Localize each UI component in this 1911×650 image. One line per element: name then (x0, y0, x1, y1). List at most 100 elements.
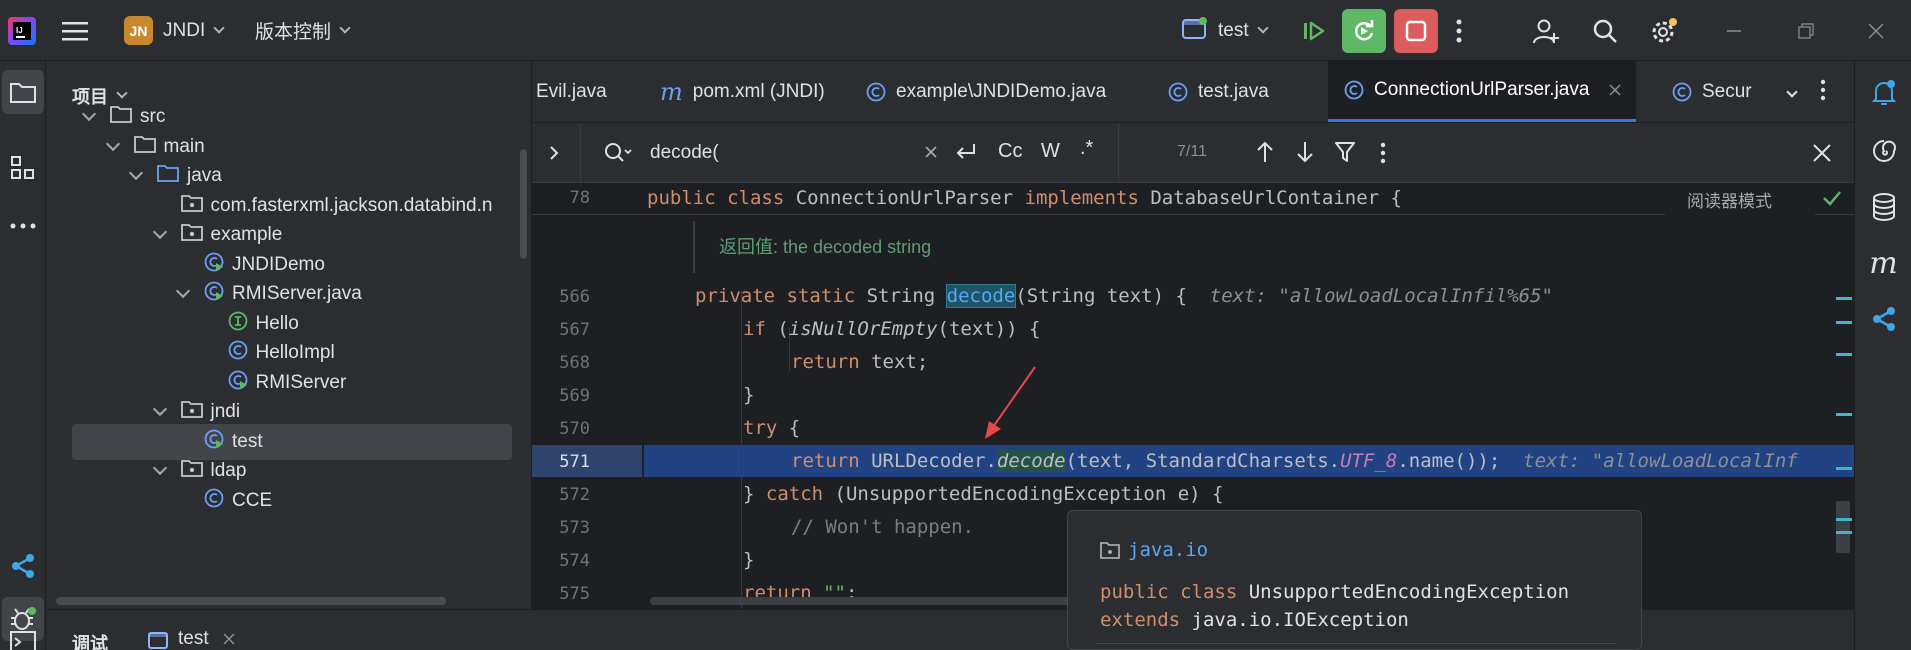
doc-signature-line-2: extends java.io.IOException (1100, 609, 1409, 631)
debug-session-tab[interactable]: test (148, 628, 235, 650)
chevron-down-icon (213, 21, 225, 34)
tab-example-jndidemo-java[interactable]: example\JNDIDemo.java (850, 61, 1132, 122)
reader-mode-pill[interactable]: 阅读器模式 (1665, 183, 1815, 216)
code-with-me-button[interactable] (1532, 0, 1560, 61)
chevron-down-icon[interactable] (175, 283, 191, 299)
close-window-button[interactable] (1868, 0, 1884, 61)
close-icon (1813, 144, 1831, 162)
tree-item-label: HelloImpl (255, 342, 335, 363)
line-number[interactable]: 575 (532, 584, 590, 604)
tab-pom-xml-jndi[interactable]: m pom.xml (JNDI) (644, 61, 830, 122)
svg-text:IJ: IJ (16, 26, 23, 35)
services-button[interactable] (1855, 295, 1911, 343)
tab-test-java[interactable]: test.java (1152, 61, 1322, 122)
line-number[interactable]: 568 (532, 353, 590, 373)
run-config-selector[interactable]: test (1182, 0, 1269, 61)
horizontal-scrollbar[interactable] (56, 597, 446, 605)
chevron-down-icon[interactable] (105, 136, 120, 151)
filter-search-button[interactable] (1334, 141, 1356, 168)
notifications-button[interactable] (1855, 69, 1911, 117)
find-input[interactable] (650, 137, 950, 169)
run-config-icon (1182, 16, 1208, 46)
line-number[interactable]: 570 (532, 419, 590, 439)
chevron-down-icon (1256, 21, 1269, 34)
chevron-down-icon[interactable] (152, 401, 167, 417)
project-tool-button[interactable] (2, 70, 44, 114)
structure-tool-button[interactable] (0, 146, 46, 190)
structure-icon (11, 156, 34, 179)
resume-button[interactable] (1292, 0, 1336, 61)
java-class-icon (1672, 82, 1692, 102)
next-occurrence-button[interactable] (1296, 141, 1314, 168)
line-number[interactable]: 574 (532, 551, 590, 571)
hamburger-menu-icon[interactable] (62, 0, 88, 61)
close-icon[interactable] (223, 633, 235, 645)
tree-item[interactable]: CCE (46, 483, 531, 519)
java-class-icon (204, 488, 224, 514)
previous-occurrence-button[interactable] (1256, 141, 1274, 168)
minimize-button[interactable] (1726, 0, 1742, 61)
line-number[interactable]: 572 (532, 485, 590, 505)
match-count: 7/11 (1177, 143, 1207, 160)
newline-icon (956, 144, 975, 159)
tab-list-button[interactable] (1778, 83, 1798, 101)
code-line-573: // Won't happen. (791, 516, 975, 538)
vcs-menu[interactable]: 版本控制 (255, 0, 351, 61)
chevron-down-icon[interactable] (152, 224, 167, 240)
tree-item-label: java (187, 165, 222, 186)
java-class-icon (228, 340, 248, 366)
line-number[interactable]: 566 (532, 287, 590, 307)
tab-connectionurlparser-java[interactable]: ConnectionUrlParser.java (1328, 61, 1636, 122)
tree-item-label: test (232, 430, 263, 452)
vertical-scrollbar[interactable] (520, 149, 527, 259)
database-button[interactable] (1855, 183, 1911, 231)
project-switcher[interactable]: JN JNDI (124, 0, 225, 61)
ai-assistant-icon (1872, 140, 1896, 162)
find-more-button[interactable] (1380, 142, 1386, 169)
new-line-button[interactable] (954, 141, 978, 168)
resume-icon (1292, 9, 1336, 53)
maven-button[interactable]: m (1855, 239, 1911, 287)
close-icon[interactable] (1609, 84, 1621, 96)
database-icon (1872, 193, 1895, 221)
regex-toggle[interactable]: .* (1080, 137, 1093, 160)
tree-item-label: com.fasterxml.jackson.databind.n (210, 194, 493, 216)
line-number[interactable]: 573 (532, 518, 590, 538)
clear-search-button[interactable] (924, 145, 938, 164)
app-logo-icon[interactable]: IJ (8, 0, 36, 61)
close-find-button[interactable] (1812, 143, 1832, 168)
rerun-button[interactable] (1342, 0, 1386, 61)
more-actions-button[interactable] (1455, 0, 1463, 61)
expand-replace-button[interactable] (548, 145, 560, 166)
title-bar: IJ JN JNDI 版本控制 test (0, 0, 1911, 61)
chevron-down-icon[interactable] (128, 165, 144, 181)
annotation-arrow (985, 366, 1036, 439)
more-tools-button[interactable] (0, 204, 46, 248)
chevron-down-icon[interactable] (81, 106, 97, 122)
tab-evil-java[interactable]: Evil.java (532, 61, 618, 122)
line-number[interactable]: 571 (532, 452, 590, 472)
ai-assistant-button[interactable] (1855, 127, 1911, 175)
restore-button[interactable] (1798, 0, 1814, 61)
tab-secur[interactable]: Secur (1656, 61, 1766, 122)
chevron-down-icon[interactable] (152, 460, 167, 476)
quick-documentation-popup[interactable]: java.io public class UnsupportedEncoding… (1067, 510, 1642, 650)
tree-item-label: src (140, 106, 166, 127)
java-class-icon (1168, 82, 1188, 102)
line-number[interactable]: 567 (532, 320, 590, 340)
doc-package-link[interactable]: java.io (1128, 539, 1208, 561)
search-everywhere-button[interactable] (1592, 0, 1618, 61)
match-case-toggle[interactable]: Cc (998, 140, 1022, 163)
inspection-ok-icon[interactable] (1822, 189, 1842, 211)
whole-words-toggle[interactable]: W (1041, 140, 1060, 163)
stop-button[interactable] (1394, 0, 1438, 61)
line-number[interactable]: 569 (532, 386, 590, 406)
tab-more-button[interactable] (1820, 79, 1826, 106)
terminal-tool-button[interactable] (0, 623, 46, 650)
settings-button[interactable] (1650, 0, 1678, 61)
services-tool-button[interactable] (0, 544, 46, 588)
search-history-button[interactable] (604, 141, 632, 170)
run-config-icon (148, 632, 168, 649)
